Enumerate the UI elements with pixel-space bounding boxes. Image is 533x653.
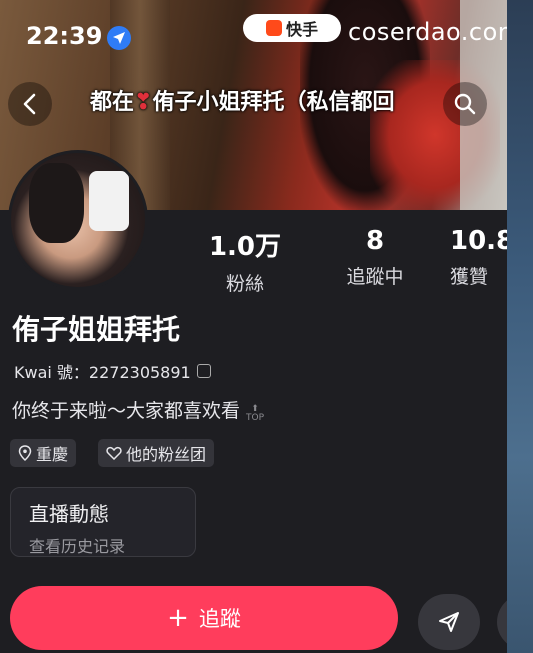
cover-caption-prefix: 都在: [90, 90, 135, 115]
stat-fans[interactable]: 1.0万 粉絲: [205, 226, 285, 296]
follow-label: 追蹤: [198, 607, 241, 631]
kuaishou-logo-icon: [265, 20, 282, 36]
top-label: TOP: [246, 413, 265, 423]
copy-icon[interactable]: [196, 364, 211, 378]
follow-button[interactable]: + 追蹤: [10, 586, 398, 650]
stat-likes[interactable]: 10.8 獲贊: [450, 226, 507, 289]
bio: 你终于来啦～大家都喜欢看 ⬆ TOP: [12, 396, 264, 423]
heart-icon: ❣: [134, 90, 153, 115]
likes-count: 10.8: [450, 226, 507, 256]
fans-count: 1.0万: [208, 232, 282, 262]
bio-text: 你终于来啦～大家都喜欢看: [12, 400, 241, 422]
profile-screen: 22:39 快手 coserdao.com 都在❣侑子小姐拜托（私信都回 1.0…: [0, 0, 507, 653]
send-icon: [439, 612, 459, 632]
chevron-left-icon: [23, 93, 36, 115]
plus-icon: +: [167, 603, 189, 633]
share-button[interactable]: [418, 594, 480, 650]
watermark: coserdao.com: [348, 18, 507, 46]
location-pin-icon: [18, 445, 32, 461]
location-tag[interactable]: 重慶: [10, 439, 77, 467]
kwai-id: Kwai 號：2272305891: [14, 363, 191, 382]
live-card-subtitle: 查看历史记录: [29, 537, 126, 556]
search-button[interactable]: [443, 82, 487, 126]
likes-label: 獲贊: [450, 266, 489, 288]
fan-group-tag[interactable]: 他的粉丝团: [98, 439, 215, 467]
live-history-card[interactable]: 直播動態 查看历史记录: [10, 487, 196, 557]
avatar[interactable]: [8, 150, 148, 290]
app-switch-badge[interactable]: 快手: [243, 14, 341, 42]
following-count: 8: [365, 226, 385, 256]
stat-following[interactable]: 8 追蹤中: [330, 226, 420, 289]
top-icon: ⬆ TOP: [246, 404, 265, 423]
search-icon: [454, 93, 476, 115]
more-button[interactable]: [497, 594, 507, 650]
app-badge-label: 快手: [285, 20, 318, 39]
following-label: 追蹤中: [346, 266, 404, 288]
cover-caption-text: 侑子小姐拜托（私信都回: [152, 90, 395, 115]
fans-label: 粉絲: [225, 273, 264, 295]
back-button[interactable]: [8, 82, 52, 126]
live-card-title: 直播動態: [29, 502, 109, 526]
location-arrow-icon: [107, 26, 131, 50]
location-label: 重慶: [36, 445, 69, 464]
cover-caption: 都在❣侑子小姐拜托（私信都回: [90, 84, 394, 116]
profile-name: 侑子姐姐拜托: [12, 313, 181, 346]
background-strip: [507, 0, 533, 653]
heart-outline-icon: [106, 446, 122, 460]
kwai-id-row: Kwai 號：2272305891: [14, 359, 211, 383]
fan-group-label: 他的粉丝团: [126, 445, 207, 464]
status-time: 22:39: [26, 22, 103, 50]
